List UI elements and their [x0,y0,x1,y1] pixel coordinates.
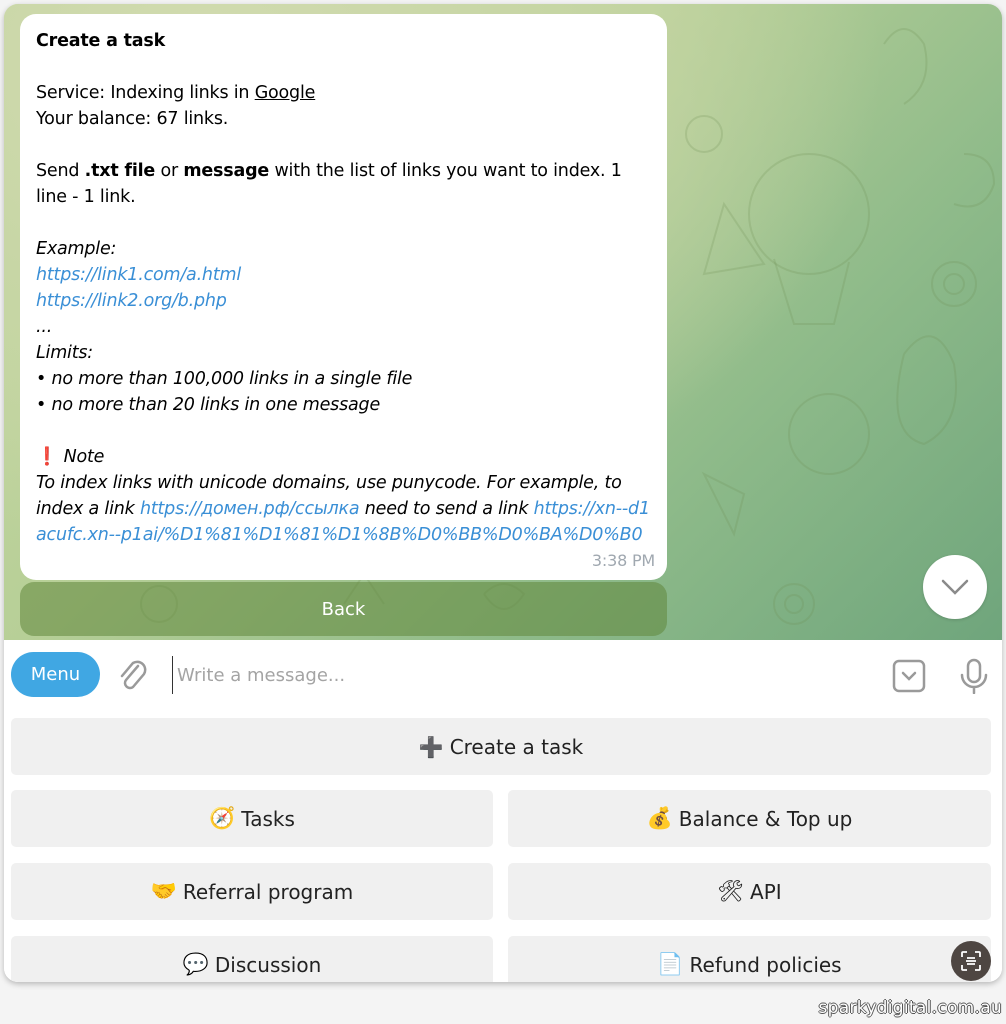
kb-button-label: Create a task [449,734,584,759]
kb-discussion-button[interactable]: 💬 Discussion [11,936,493,982]
kb-tasks-button[interactable]: 🧭 Tasks [11,790,493,847]
kb-create-task-button[interactable]: ➕ Create a task [11,718,991,775]
kb-referral-button[interactable]: 🤝 Referral program [11,863,493,920]
note-heading: ❗ Note [36,444,651,470]
note-label: Note [63,447,105,467]
kb-balance-button[interactable]: 💰 Balance & Top up [508,790,991,847]
kb-button-label: API [750,879,782,904]
chevron-down-icon [941,579,969,595]
back-inline-button[interactable]: Back [20,582,667,636]
exclamation-icon: ❗ [36,447,58,467]
message-title: Create a task [36,31,166,51]
speech-bubble-icon: 💬 [182,952,209,976]
kb-refund-button[interactable]: 📄 Refund policies [508,936,991,982]
paperclip-icon[interactable] [116,658,150,694]
example-label: Example: [36,239,117,259]
balance-line: Your balance: 67 links. [36,109,229,129]
scan-text-icon [961,951,981,971]
kb-button-label: Discussion [214,952,322,977]
document-icon: 📄 [657,952,684,976]
unicode-link[interactable]: https://домен.рф/ссылка [140,499,360,519]
message-time: 3:38 PM [591,551,655,570]
microphone-icon[interactable] [959,658,989,694]
service-line: Service: Indexing links in Google [36,80,651,106]
google-link[interactable]: Google [255,83,316,103]
example-link[interactable]: https://link2.org/b.php [36,288,651,314]
kb-api-button[interactable]: 🛠 API [508,863,991,920]
note-text: To index links with unicode domains, use… [36,470,651,548]
limit-item: • no more than 100,000 links in a single… [36,369,413,389]
kb-button-label: Referral program [182,879,354,904]
send-instructions: Send .txt file or message with the list … [36,158,651,210]
compass-icon: 🧭 [209,806,236,830]
service-prefix: Service: Indexing links in [36,83,255,103]
ellipsis: ... [36,317,53,337]
reply-keyboard: ➕ Create a task 🧭 Tasks 💰 Balance & Top up … [4,712,1002,982]
limits-label: Limits: [36,343,93,363]
menu-button[interactable]: Menu [11,652,100,697]
send-text-1: Send [36,161,85,181]
kb-button-label: Balance & Top up [678,806,853,831]
keyboard-toggle-icon[interactable] [891,658,927,694]
send-txt-bold: .txt file [84,161,156,181]
scroll-down-button[interactable] [923,555,987,619]
limit-item: • no more than 20 links in one message [36,395,381,415]
telegram-window: Create a task Service: Indexing links in… [4,4,1002,982]
text-scan-button[interactable] [951,941,991,981]
note-text-2: need to send a link [359,499,534,519]
send-msg-bold: message [183,161,270,181]
kb-button-label: Refund policies [689,952,842,977]
kb-button-label: Tasks [241,806,295,831]
handshake-icon: 🤝 [150,879,177,903]
message-composer: Menu [4,640,1002,712]
bot-message-bubble: Create a task Service: Indexing links in… [20,14,667,580]
example-link[interactable]: https://link1.com/a.html [36,262,651,288]
message-input[interactable] [172,656,872,694]
plus-icon: ➕ [418,734,444,759]
money-bag-icon: 💰 [646,806,673,830]
watermark: sparkydigital.com.au [818,998,1002,1018]
send-text-2: or [155,161,184,181]
tools-icon: 🛠 [717,879,745,903]
